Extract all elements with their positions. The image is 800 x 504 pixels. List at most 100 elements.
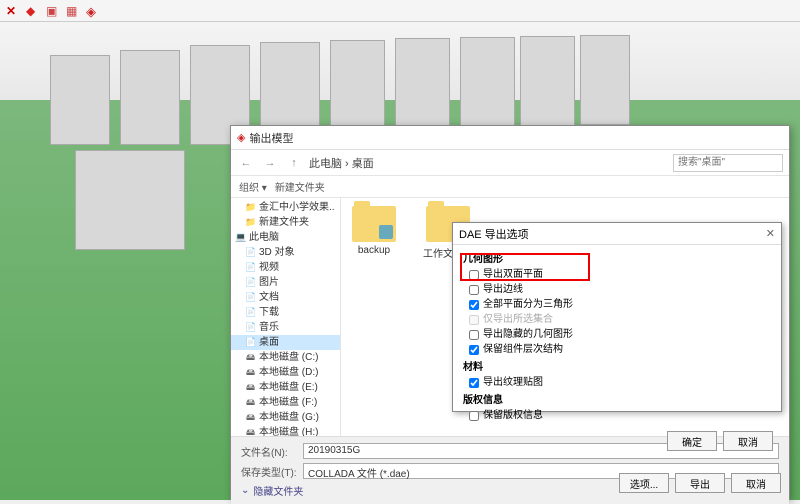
box-icon[interactable]: ▣	[46, 4, 60, 18]
cube-icon[interactable]: ▦	[66, 4, 80, 18]
tree-item[interactable]: 🖴本地磁盘 (H:)	[231, 425, 340, 436]
group-credits: 版权信息	[463, 393, 771, 408]
group-geometry: 几何图形	[463, 252, 771, 267]
tree-item-label: 图片	[259, 275, 279, 290]
option-label: 保留组件层次结构	[483, 342, 563, 357]
tree-item-label: 下载	[259, 305, 279, 320]
option-export_edges[interactable]: 导出边线	[463, 282, 771, 297]
desk-icon: 📄	[245, 322, 256, 333]
options-cancel-button[interactable]: 取消	[723, 431, 773, 451]
tree-item[interactable]: 📄文档	[231, 290, 340, 305]
tree-item[interactable]: 🖴本地磁盘 (D:)	[231, 365, 340, 380]
tree-item-label: 视频	[259, 260, 279, 275]
tree-item-label: 本地磁盘 (C:)	[259, 350, 318, 365]
desk-icon: 📄	[245, 307, 256, 318]
tree-item[interactable]: 📄桌面	[231, 335, 340, 350]
dialog-title: 输出模型	[249, 130, 293, 146]
back-button[interactable]: ←	[237, 154, 255, 172]
tree-item[interactable]: 📁新建文件夹	[231, 215, 340, 230]
option-preserve_hierarchy[interactable]: 保留组件层次结构	[463, 342, 771, 357]
option-label: 保留版权信息	[483, 408, 543, 423]
tree-item[interactable]: 🖴本地磁盘 (C:)	[231, 350, 340, 365]
desk-icon: 📄	[245, 277, 256, 288]
tree-item-label: 本地磁盘 (H:)	[259, 425, 318, 436]
tree-item[interactable]: 🖴本地磁盘 (F:)	[231, 395, 340, 410]
group-materials: 材料	[463, 360, 771, 375]
ruby-icon[interactable]: ◈	[86, 4, 100, 18]
checkbox-export_textures[interactable]	[469, 378, 479, 388]
pc-icon: 💻	[235, 232, 246, 243]
new-folder-button[interactable]: 新建文件夹	[275, 179, 325, 194]
tree-item[interactable]: 📄音乐	[231, 320, 340, 335]
tree-item[interactable]: 🖴本地磁盘 (E:)	[231, 380, 340, 395]
tree-item[interactable]: 📄视频	[231, 260, 340, 275]
folder-icon	[352, 206, 396, 242]
export-button[interactable]: 导出	[675, 473, 725, 493]
breadcrumb[interactable]: 此电脑 › 桌面	[309, 155, 667, 171]
desk-icon: 📄	[245, 247, 256, 258]
diamond-icon[interactable]: ◆	[26, 4, 40, 18]
option-export_textures[interactable]: 导出纹理贴图	[463, 375, 771, 390]
tree-item-label: 3D 对象	[259, 245, 295, 260]
option-label: 导出纹理贴图	[483, 375, 543, 390]
desk-icon: 📄	[245, 292, 256, 303]
desk-icon: 📄	[245, 262, 256, 273]
search-input[interactable]	[673, 154, 783, 172]
disk-icon: 🖴	[245, 352, 256, 363]
ruby-icon: ◈	[237, 131, 245, 144]
cancel-button[interactable]: 取消	[731, 473, 781, 493]
disk-icon: 🖴	[245, 367, 256, 378]
tree-item-label: 新建文件夹	[259, 215, 309, 230]
checkbox-export_two_sided[interactable]	[469, 270, 479, 280]
tree-item-label: 本地磁盘 (G:)	[259, 410, 319, 425]
folder-item[interactable]: backup	[349, 206, 399, 256]
option-export_hidden: 仅导出所选集合	[463, 312, 771, 327]
option-label: 仅导出所选集合	[483, 312, 553, 327]
folder-tree[interactable]: 📁金汇中小学效果..📁新建文件夹💻此电脑📄3D 对象📄视频📄图片📄文档📄下载📄音…	[231, 198, 341, 436]
tree-item[interactable]: 📄图片	[231, 275, 340, 290]
up-button[interactable]: ↑	[285, 154, 303, 172]
filename-label: 文件名(N):	[241, 444, 297, 459]
tree-item-label: 此电脑	[249, 230, 279, 245]
option-label: 导出双面平面	[483, 267, 543, 282]
organize-button[interactable]: 组织 ▾	[239, 179, 267, 194]
tree-item[interactable]: 📄3D 对象	[231, 245, 340, 260]
tree-item-label: 本地磁盘 (F:)	[259, 395, 317, 410]
tree-item[interactable]: 💻此电脑	[231, 230, 340, 245]
option-label: 全部平面分为三角形	[483, 297, 573, 312]
tree-item-label: 金汇中小学效果..	[259, 200, 335, 215]
checkbox-preserve_credits[interactable]	[469, 411, 479, 421]
tree-item-label: 文档	[259, 290, 279, 305]
checkbox-export_hidden	[469, 315, 479, 325]
tree-item[interactable]: 🖴本地磁盘 (G:)	[231, 410, 340, 425]
close-icon[interactable]: ✕	[766, 227, 775, 240]
tree-item[interactable]: 📁金汇中小学效果..	[231, 200, 340, 215]
x-icon[interactable]: ✕	[6, 4, 20, 18]
option-label: 导出隐藏的几何图形	[483, 327, 573, 342]
folder-icon: 📁	[245, 217, 256, 228]
tree-item-label: 本地磁盘 (E:)	[259, 380, 318, 395]
option-triangulate[interactable]: 全部平面分为三角形	[463, 297, 771, 312]
sub-toolbar: 组织 ▾ 新建文件夹	[231, 176, 789, 198]
tree-item-label: 桌面	[259, 335, 279, 350]
folder-label: backup	[349, 245, 399, 256]
tree-item-label: 音乐	[259, 320, 279, 335]
option-preserve_credits[interactable]: 保留版权信息	[463, 408, 771, 423]
options-title: DAE 导出选项	[459, 226, 529, 242]
checkbox-preserve_hierarchy[interactable]	[469, 345, 479, 355]
option-export_two_sided[interactable]: 导出双面平面	[463, 267, 771, 282]
checkbox-export_edges[interactable]	[469, 285, 479, 295]
disk-icon: 🖴	[245, 412, 256, 423]
options-button[interactable]: 选项...	[619, 473, 669, 493]
disk-icon: 🖴	[245, 397, 256, 408]
options-titlebar: DAE 导出选项 ✕	[453, 223, 781, 245]
ok-button[interactable]: 确定	[667, 431, 717, 451]
tree-item[interactable]: 📄下载	[231, 305, 340, 320]
option-export_bound[interactable]: 导出隐藏的几何图形	[463, 327, 771, 342]
forward-button[interactable]: →	[261, 154, 279, 172]
folder-icon: 📁	[245, 202, 256, 213]
option-label: 导出边线	[483, 282, 523, 297]
checkbox-export_bound[interactable]	[469, 330, 479, 340]
main-toolbar: ✕ ◆ ▣ ▦ ◈	[0, 0, 800, 22]
checkbox-triangulate[interactable]	[469, 300, 479, 310]
